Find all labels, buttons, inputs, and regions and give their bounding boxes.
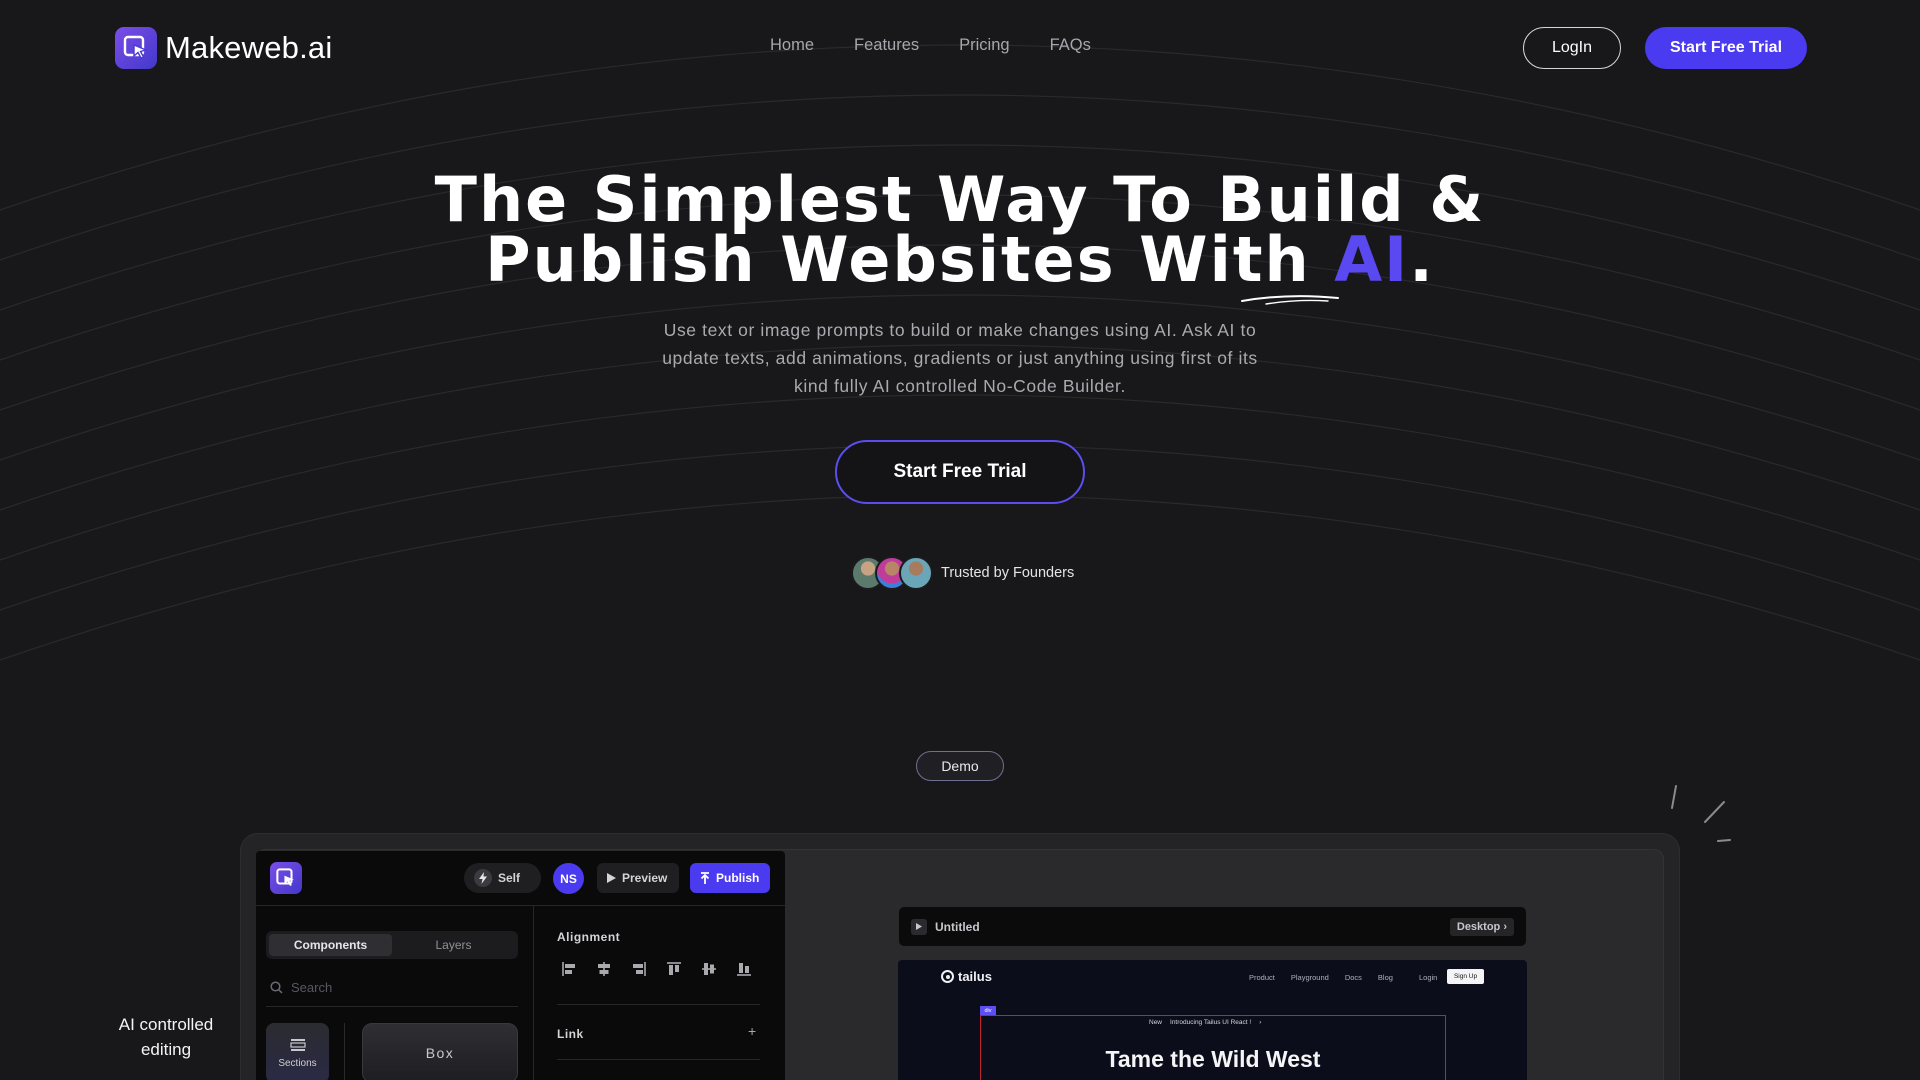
site-nav-docs[interactable]: Docs <box>1345 973 1362 982</box>
align-bottom-icon[interactable] <box>736 961 752 977</box>
main-nav: Home Features Pricing FAQs <box>770 36 1091 55</box>
tab-components[interactable]: Components <box>269 934 392 956</box>
divider <box>557 1059 760 1060</box>
box-component[interactable]: Box <box>362 1023 518 1080</box>
nav-link-home[interactable]: Home <box>770 36 814 55</box>
nav-link-faqs[interactable]: FAQs <box>1050 36 1091 55</box>
user-avatar[interactable]: NS <box>553 863 584 894</box>
search-placeholder: Search <box>291 980 333 995</box>
chevron-right-icon: › <box>1259 1019 1262 1026</box>
site-signup-button[interactable]: Sign Up <box>1447 969 1484 984</box>
nav-link-pricing[interactable]: Pricing <box>959 36 1009 55</box>
hero-title: The Simplest Way To Build & Publish Webs… <box>360 169 1560 291</box>
component-search[interactable]: Search <box>270 980 332 995</box>
panel-tabs: Components Layers <box>266 931 518 959</box>
tailus-logo-icon <box>941 970 954 983</box>
publish-label: Publish <box>716 871 760 885</box>
avatar <box>899 556 933 590</box>
announce-new: New <box>1149 1019 1163 1026</box>
divider <box>533 906 534 1080</box>
play-icon[interactable] <box>911 918 927 935</box>
start-free-trial-button[interactable]: Start Free Trial <box>1645 27 1807 69</box>
trusted-text: Trusted by Founders <box>941 565 1075 581</box>
sections-icon <box>289 1038 306 1051</box>
hero-title-highlight: AI <box>1334 223 1410 296</box>
publish-button[interactable]: Publish <box>690 863 770 893</box>
site-nav-blog[interactable]: Blog <box>1378 973 1393 982</box>
brand-logo[interactable]: Makeweb.ai <box>115 27 332 69</box>
site-nav-playground[interactable]: Playground <box>1291 973 1329 982</box>
selection-tag: div <box>980 1006 996 1015</box>
align-middle-icon[interactable] <box>701 961 717 977</box>
align-left-icon[interactable] <box>561 961 577 977</box>
cursor-logo-icon <box>115 27 157 69</box>
divider <box>266 1006 518 1007</box>
nav-link-features[interactable]: Features <box>854 36 919 55</box>
self-label: Self <box>498 871 521 885</box>
add-link-button[interactable]: + <box>748 1023 756 1039</box>
trusted-by: Trusted by Founders <box>851 556 1074 590</box>
alignment-label: Alignment <box>557 930 621 944</box>
hero-title-suffix: . <box>1409 223 1435 296</box>
site-nav: Product Playground Docs Blog <box>1249 973 1393 982</box>
lightning-icon <box>474 869 492 887</box>
play-icon <box>607 873 616 883</box>
preview-label: Preview <box>622 871 668 885</box>
self-toggle[interactable]: Self <box>464 863 541 893</box>
hero-start-free-trial-button[interactable]: Start Free Trial <box>835 440 1085 504</box>
site-brand-name: tailus <box>958 969 992 984</box>
device-selector[interactable]: Desktop › <box>1449 917 1514 936</box>
site-login[interactable]: Login <box>1419 973 1437 982</box>
tab-layers[interactable]: Layers <box>392 934 515 956</box>
sections-label: Sections <box>278 1057 317 1069</box>
brand-name: Makeweb.ai <box>165 30 333 65</box>
alignment-toolbar <box>561 961 752 977</box>
login-button[interactable]: LogIn <box>1523 27 1621 69</box>
site-brand: tailus <box>941 969 992 984</box>
page-name: Untitled <box>935 919 980 934</box>
hero-title-line2: Publish Websites With <box>485 223 1311 296</box>
align-right-icon[interactable] <box>631 961 647 977</box>
link-label: Link <box>557 1027 584 1041</box>
search-icon <box>270 981 283 994</box>
align-top-icon[interactable] <box>666 961 682 977</box>
site-heading: Tame the Wild West <box>1105 1046 1321 1072</box>
preview-toolbar: Untitled Desktop › <box>898 906 1527 947</box>
site-nav-product[interactable]: Product <box>1249 973 1275 982</box>
underline-swoosh <box>1241 295 1339 305</box>
align-center-h-icon[interactable] <box>596 961 612 977</box>
announce-text: Introducing Tailus UI React ! <box>1170 1019 1252 1026</box>
announcement-bar[interactable]: New Introducing Tailus UI React ! › <box>1149 1019 1261 1026</box>
editor-logo-icon[interactable] <box>270 862 302 894</box>
founder-avatars <box>851 556 933 590</box>
ai-editing-caption: AI controlled editing <box>118 1015 214 1059</box>
demo-badge: Demo <box>916 751 1004 781</box>
divider <box>344 1023 345 1080</box>
hero-subtitle: Use text or image prompts to build or ma… <box>662 320 1258 396</box>
preview-button[interactable]: Preview <box>597 863 679 893</box>
upload-icon <box>700 872 710 884</box>
divider <box>256 905 785 906</box>
divider <box>557 1004 760 1005</box>
sections-component[interactable]: Sections <box>266 1023 329 1080</box>
